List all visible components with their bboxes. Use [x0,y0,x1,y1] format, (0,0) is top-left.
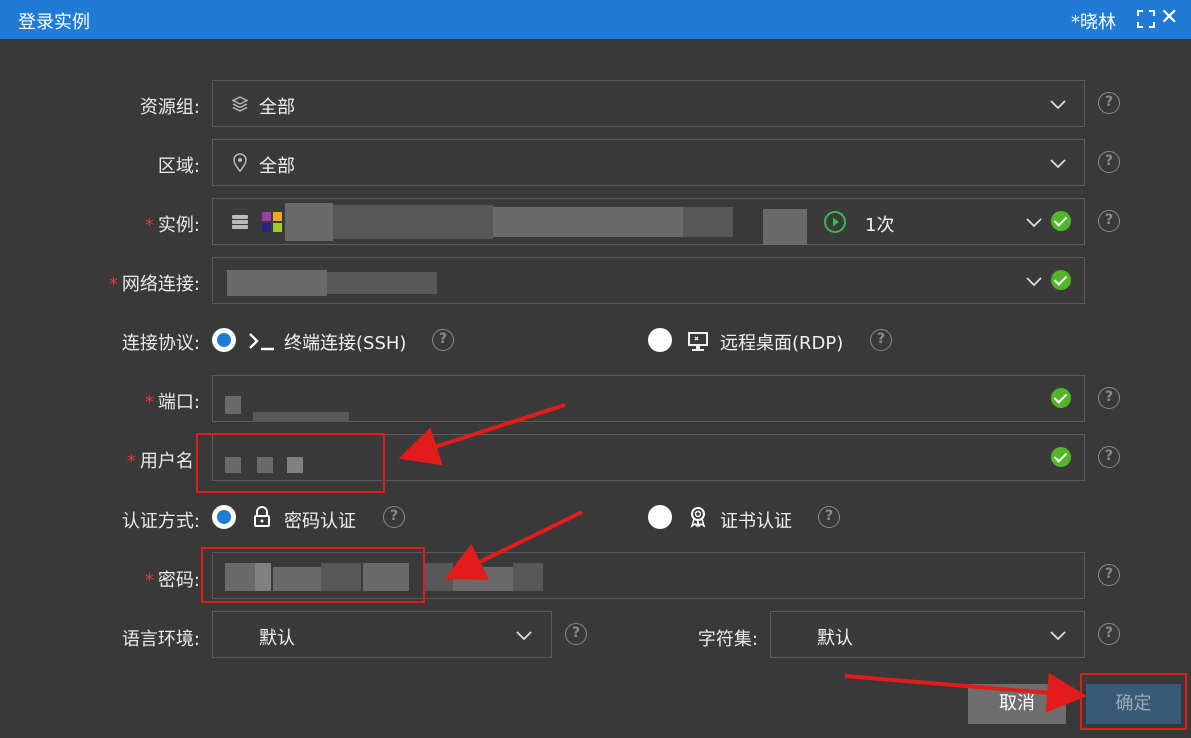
username-label: * 用户名: [10,447,200,473]
window-title: 登录实例 [18,12,90,33]
protocol-label: 连接协议: [121,333,200,354]
redacted-text [453,567,513,591]
redacted-text [227,270,327,296]
help-icon[interactable]: ? [383,506,405,528]
required-mark: * [144,392,154,413]
port-label-text: 端口: [157,392,200,413]
cancel-button[interactable]: 取消 [968,684,1066,724]
chevron-down-icon [1050,159,1066,169]
os-logo-icon [262,212,282,232]
charset-value: 默认 [817,628,853,649]
help-icon[interactable]: ? [1098,623,1120,645]
valid-check-icon [1051,447,1071,467]
redacted-text [763,209,807,245]
resource-group-label: 资源组: [139,97,200,118]
valid-check-icon [1051,270,1071,290]
fullscreen-icon[interactable] [1136,9,1156,29]
help-icon[interactable]: ? [1098,151,1120,173]
redacted-text [327,272,437,294]
auth-label: 认证方式: [121,511,200,532]
redacted-text [285,203,333,241]
redacted-text [493,207,683,237]
location-pin-icon [233,153,247,173]
region-select[interactable]: 全部 [212,139,1085,186]
server-icon [232,215,248,229]
title-bar: 登录实例 *晓林 ✕ [0,0,1191,39]
help-icon[interactable]: ? [1098,210,1120,232]
chevron-down-icon [1026,277,1042,287]
certificate-icon [690,507,706,528]
network-label: * 网络连接: [10,270,200,296]
redacted-text [423,563,453,591]
help-icon[interactable]: ? [870,329,892,351]
radio-ssh[interactable] [212,328,236,352]
valid-check-icon [1051,211,1071,231]
lock-icon [254,506,270,527]
chevron-down-icon [1050,100,1066,110]
redacted-text [683,207,733,237]
network-select[interactable] [212,257,1085,304]
redacted-text [333,205,493,239]
network-label-text: 网络连接: [121,274,200,295]
port-label: * 端口: [10,388,200,414]
region-label: 区域: [157,156,200,177]
help-icon[interactable]: ? [1098,564,1120,586]
help-icon[interactable]: ? [1098,387,1120,409]
instance-label: * 实例: [10,211,200,237]
resource-group-select[interactable]: 全部 [212,80,1085,127]
help-icon[interactable]: ? [1098,92,1120,114]
redacted-text [253,412,349,422]
radio-rdp[interactable] [648,328,672,352]
locale-value: 默认 [259,628,295,649]
chevron-down-icon [1026,218,1042,228]
annotation-box [1080,673,1187,730]
charset-label: 字符集: [697,629,758,650]
instance-select[interactable]: 1次 [212,198,1085,245]
required-mark: * [126,451,136,472]
annotation-box [201,547,425,603]
instance-count: 1次 [865,215,895,236]
username-label-text: 用户名: [139,451,200,472]
play-circle-icon [824,211,846,233]
required-mark: * [108,274,118,295]
valid-check-icon [1051,388,1071,408]
radio-password-auth[interactable] [212,505,236,529]
locale-select[interactable]: 默认 [212,611,552,658]
help-icon[interactable]: ? [1098,446,1120,468]
radio-cert-auth[interactable] [648,505,672,529]
cert-auth-label[interactable]: 证书认证 [720,507,792,533]
help-icon[interactable]: ? [818,506,840,528]
password-label-text: 密码: [157,570,200,591]
current-user: *晓林 [1071,12,1116,33]
instance-label-text: 实例: [157,215,200,236]
close-icon[interactable]: ✕ [1160,5,1178,30]
annotation-box [196,433,385,493]
resource-group-value: 全部 [259,97,295,118]
chevron-down-icon [516,631,532,641]
region-value: 全部 [259,156,295,177]
help-icon[interactable]: ? [432,329,454,351]
locale-label: 语言环境: [121,629,200,650]
password-auth-label[interactable]: 密码认证 [284,507,356,533]
monitor-icon [688,332,708,351]
required-mark: * [144,570,154,591]
rdp-option-label[interactable]: 远程桌面(RDP) [720,329,843,355]
required-mark: * [144,215,154,236]
ssh-option-label[interactable]: 终端连接(SSH) [284,329,406,355]
password-label: * 密码: [10,566,200,592]
redacted-text [225,396,241,414]
port-input[interactable] [212,375,1085,422]
chevron-down-icon [1050,631,1066,641]
layers-icon [231,96,249,112]
charset-select[interactable]: 默认 [770,611,1085,658]
terminal-icon [249,333,274,351]
redacted-text [513,563,543,591]
